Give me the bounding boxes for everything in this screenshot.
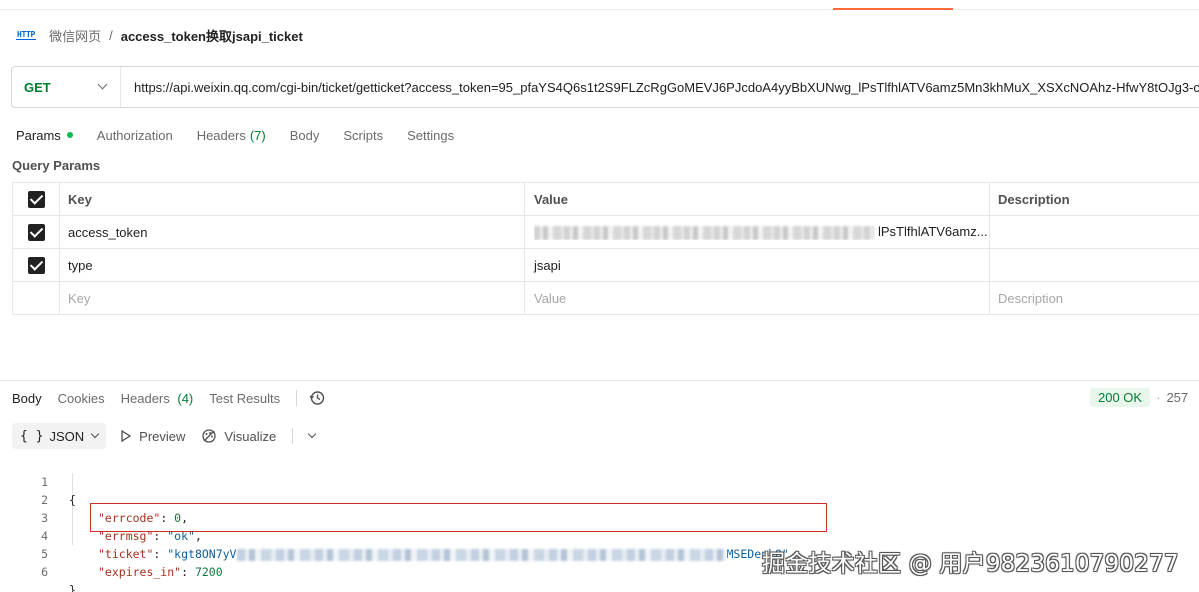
response-divider[interactable] <box>0 380 1199 381</box>
divider <box>292 428 294 444</box>
chevron-down-icon <box>97 79 108 90</box>
row-checkbox[interactable] <box>27 223 45 241</box>
tab-authorization[interactable]: Authorization <box>97 128 173 143</box>
close-brace: } <box>69 583 76 592</box>
tab-response-headers-count: (4) <box>177 390 194 406</box>
format-select[interactable]: { } JSON <box>12 423 107 449</box>
status-separator: · <box>1156 390 1161 405</box>
format-label: JSON <box>49 428 85 444</box>
code-content: "expires_in": 7200 <box>98 565 223 579</box>
breadcrumb-separator: / <box>109 27 113 43</box>
tab-params-label: Params <box>16 127 61 143</box>
param-description[interactable] <box>989 248 1199 282</box>
line-number: 6 <box>41 565 48 579</box>
tab-headers-label: Headers <box>196 127 246 143</box>
tab-settings[interactable]: Settings <box>407 128 454 143</box>
breadcrumb: HTTP 微信网页 / access_token换取jsapi_ticket <box>16 25 303 45</box>
param-key[interactable]: access_token <box>59 215 525 249</box>
request-tabs: Params Authorization Headers (7) Body Sc… <box>16 124 478 146</box>
new-value-input[interactable]: Value <box>524 281 990 315</box>
play-icon <box>121 430 132 442</box>
tab-test-results[interactable]: Test Results <box>209 391 280 406</box>
response-status: 200 OK · 257 <box>1090 388 1188 407</box>
param-value[interactable]: jsapi <box>524 248 990 282</box>
param-value-cell[interactable]: lPsTlfhlATV6amz... <box>524 215 990 249</box>
tab-headers-count: (7) <box>249 127 266 143</box>
visualize-icon <box>202 429 217 443</box>
visualize-label: Visualize <box>224 428 277 444</box>
status-badge[interactable]: 200 OK <box>1090 388 1151 407</box>
tab-headers[interactable]: Headers (7) <box>197 128 266 143</box>
json-braces-icon: { } <box>20 428 44 444</box>
new-key-input[interactable]: Key <box>59 281 525 315</box>
http-icon: HTTP <box>16 30 37 40</box>
tab-response-headers-label: Headers <box>120 390 170 406</box>
table-row-placeholder: Key Value Description <box>12 281 1199 315</box>
history-icon[interactable] <box>309 390 325 406</box>
column-header-value: Value <box>524 182 990 216</box>
select-all-checkbox[interactable] <box>27 190 45 208</box>
breadcrumb-collection[interactable]: 微信网页 <box>49 26 101 45</box>
watermark: 掘金技术社区 @ 用户9823610790277 <box>762 551 1179 577</box>
json-value: 7200 <box>194 565 223 579</box>
ticket-highlight-box <box>90 503 827 532</box>
code-line: 2 "errcode": 0, <box>0 473 900 525</box>
method-select[interactable]: GET <box>12 67 121 107</box>
top-tab-strip <box>0 0 1199 10</box>
row-check-cell <box>12 281 60 315</box>
tab-cookies[interactable]: Cookies <box>58 391 105 406</box>
response-tabs: Body Cookies Headers (4) Test Results <box>12 388 325 408</box>
chevron-down-icon <box>90 429 100 439</box>
param-description[interactable] <box>989 215 1199 249</box>
tab-authorization-label: Authorization <box>96 127 173 143</box>
preview-button[interactable]: Preview <box>120 429 185 444</box>
preview-label: Preview <box>139 428 186 444</box>
table-header-row: Key Value Description <box>12 182 1199 216</box>
chevron-down-icon[interactable] <box>307 429 317 439</box>
divider <box>296 390 298 406</box>
query-params-table: Key Value Description access_token lPsTl… <box>12 182 1199 315</box>
table-row: type jsapi <box>12 248 1199 282</box>
code-line: 1 { <box>0 455 900 507</box>
blurred-token <box>534 225 874 240</box>
table-row: access_token lPsTlfhlATV6amz... <box>12 215 1199 249</box>
tab-body-label: Body <box>289 127 320 143</box>
row-checkbox[interactable] <box>27 256 45 274</box>
row-check-cell <box>12 248 60 282</box>
tab-scripts-label: Scripts <box>343 127 384 143</box>
param-value: lPsTlfhlATV6amz... <box>878 224 988 240</box>
select-all-cell <box>12 182 60 216</box>
column-header-description: Description <box>989 182 1199 216</box>
active-tab-indicator <box>833 8 953 10</box>
visualize-button[interactable]: Visualize <box>201 428 276 444</box>
tab-scripts[interactable]: Scripts <box>343 128 383 143</box>
method-label: GET <box>24 79 51 95</box>
tab-settings-label: Settings <box>407 127 455 143</box>
response-size[interactable]: 257 <box>1166 390 1188 405</box>
params-active-dot <box>66 132 73 138</box>
request-name[interactable]: access_token换取jsapi_ticket <box>121 26 303 45</box>
response-view-bar: { } JSON Preview Visualize <box>12 423 317 449</box>
tab-response-headers[interactable]: Headers (4) <box>121 391 194 406</box>
tab-body[interactable]: Body <box>290 128 320 143</box>
tab-response-body[interactable]: Body <box>12 391 42 406</box>
new-description-input[interactable]: Description <box>989 281 1199 315</box>
json-key: "expires_in" <box>98 565 182 579</box>
url-bar: GET https://api.weixin.qq.com/cgi-bin/ti… <box>11 66 1199 108</box>
tab-params[interactable]: Params <box>16 128 73 143</box>
column-header-key: Key <box>59 182 525 216</box>
row-check-cell <box>12 215 60 249</box>
query-params-title: Query Params <box>12 158 101 173</box>
param-key[interactable]: type <box>59 248 525 282</box>
url-input[interactable]: https://api.weixin.qq.com/cgi-bin/ticket… <box>121 80 1199 95</box>
